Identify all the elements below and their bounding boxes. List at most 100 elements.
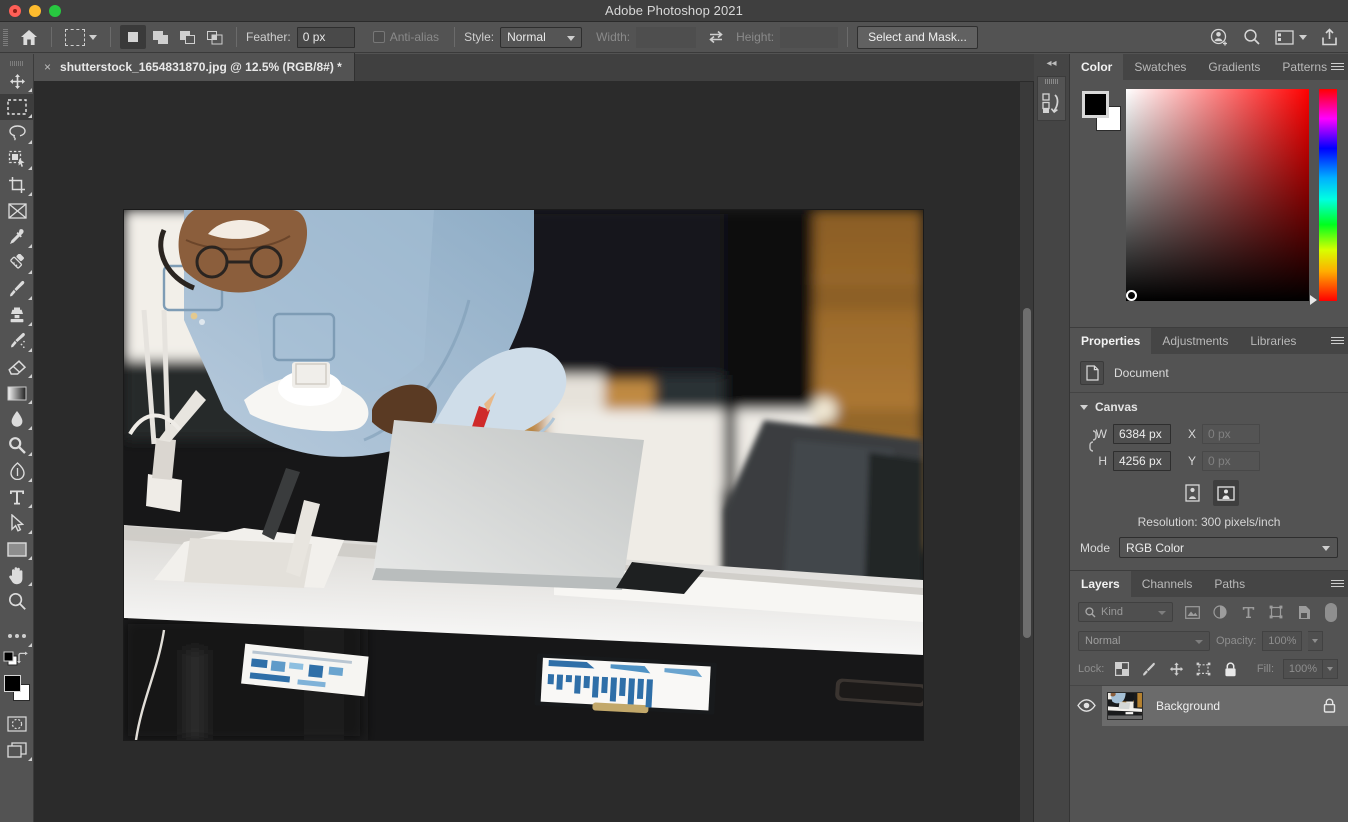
color-swatches[interactable]	[0, 671, 34, 705]
color-panel-foreground-swatch[interactable]	[1082, 91, 1109, 118]
new-selection-button[interactable]	[120, 25, 146, 49]
crop-tool[interactable]	[0, 172, 34, 198]
tab-layers[interactable]: Layers	[1070, 571, 1131, 597]
quick-mask-button[interactable]	[0, 711, 34, 737]
minimize-window-button[interactable]	[29, 5, 41, 17]
layer-filter-kind-select[interactable]: Kind	[1078, 602, 1173, 622]
search-button[interactable]	[1243, 28, 1261, 46]
orientation-group[interactable]	[1070, 474, 1348, 510]
workspace-switcher[interactable]	[1275, 29, 1307, 45]
horizontal-type-tool[interactable]	[0, 484, 34, 510]
fill-stepper[interactable]	[1323, 659, 1338, 679]
selection-mode-group[interactable]	[120, 25, 227, 49]
lock-position-button[interactable]	[1167, 660, 1185, 678]
rectangle-tool[interactable]	[0, 536, 34, 562]
lock-all-button[interactable]	[1221, 660, 1239, 678]
color-panel-menu-button[interactable]	[1331, 54, 1344, 80]
tab-adjustments[interactable]: Adjustments	[1151, 328, 1240, 354]
tab-color[interactable]: Color	[1070, 54, 1124, 80]
color-panel-swatches[interactable]	[1080, 89, 1126, 131]
clone-stamp-tool[interactable]	[0, 302, 34, 328]
color-field[interactable]	[1126, 89, 1309, 301]
lasso-tool[interactable]	[0, 120, 34, 146]
chevron-down-icon[interactable]	[1299, 34, 1307, 40]
toolbar-grabber[interactable]	[0, 58, 33, 68]
layer-visibility-toggle[interactable]	[1070, 699, 1102, 712]
color-field-marker[interactable]	[1126, 290, 1137, 301]
frame-tool[interactable]	[0, 198, 34, 224]
intersect-with-selection-button[interactable]	[201, 25, 227, 49]
tool-preset-picker[interactable]	[61, 25, 101, 49]
mini-dock-grabber[interactable]	[1038, 77, 1065, 86]
chevron-down-icon[interactable]	[89, 34, 97, 40]
gradient-tool[interactable]	[0, 380, 34, 406]
move-tool[interactable]	[0, 68, 34, 94]
opacity-stepper[interactable]	[1308, 631, 1324, 651]
rectangular-marquee-tool[interactable]	[0, 94, 34, 120]
spot-healing-brush-tool[interactable]	[0, 250, 34, 276]
landscape-orientation-button[interactable]	[1212, 480, 1239, 506]
select-and-mask-button[interactable]: Select and Mask...	[857, 25, 978, 49]
link-dimensions-icon[interactable]	[1088, 429, 1098, 453]
subtract-from-selection-button[interactable]	[174, 25, 200, 49]
lock-transparent-pixels-button[interactable]	[1113, 660, 1131, 678]
close-icon[interactable]: ×	[44, 61, 51, 73]
tab-gradients[interactable]: Gradients	[1197, 54, 1272, 80]
zoom-tool[interactable]	[0, 588, 34, 614]
opacity-value[interactable]: 100%	[1262, 631, 1303, 651]
history-panel-button[interactable]	[1038, 86, 1065, 120]
screen-mode-button[interactable]	[0, 737, 34, 763]
brush-tool[interactable]	[0, 276, 34, 302]
scrollbar-thumb[interactable]	[1023, 308, 1031, 638]
canvas-height-input[interactable]: 4256 px	[1113, 450, 1171, 471]
canvas-work-area[interactable]	[34, 82, 1034, 822]
hue-slider-marker[interactable]	[1310, 295, 1317, 305]
canvas-y-input[interactable]: 0 px	[1202, 450, 1260, 471]
tab-swatches[interactable]: Swatches	[1123, 54, 1198, 80]
feather-input[interactable]: 0 px	[296, 26, 355, 48]
edit-toolbar-button[interactable]	[0, 623, 34, 649]
object-selection-tool[interactable]	[0, 146, 34, 172]
hand-tool[interactable]	[0, 562, 34, 588]
smart-object-filter-button[interactable]	[1295, 603, 1313, 621]
collapse-panels-button[interactable]: ◂◂	[1034, 54, 1069, 72]
maximize-window-button[interactable]	[49, 5, 61, 17]
share-person-button[interactable]	[1210, 28, 1229, 47]
close-window-button[interactable]	[9, 5, 21, 17]
eraser-tool[interactable]	[0, 354, 34, 380]
style-select[interactable]: Normal	[500, 26, 583, 48]
filter-enable-toggle[interactable]	[1325, 602, 1337, 622]
hue-slider[interactable]	[1310, 89, 1337, 305]
color-picker-body[interactable]	[1070, 80, 1348, 327]
properties-panel-menu-button[interactable]	[1331, 328, 1344, 354]
anti-alias-checkbox[interactable]	[372, 31, 385, 43]
document-canvas[interactable]	[124, 210, 923, 740]
pixel-filter-button[interactable]	[1183, 603, 1201, 621]
tab-libraries[interactable]: Libraries	[1239, 328, 1308, 354]
height-input[interactable]	[780, 26, 839, 48]
path-selection-tool[interactable]	[0, 510, 34, 536]
options-bar-grabber[interactable]	[0, 22, 10, 53]
canvas-vertical-scrollbar[interactable]	[1020, 82, 1033, 822]
lock-image-pixels-button[interactable]	[1140, 660, 1158, 678]
tab-properties[interactable]: Properties	[1070, 328, 1152, 354]
tab-channels[interactable]: Channels	[1130, 571, 1204, 597]
window-controls[interactable]	[9, 0, 61, 22]
color-mode-select[interactable]: RGB Color	[1119, 537, 1338, 558]
canvas-x-input[interactable]: 0 px	[1202, 423, 1260, 444]
foreground-color-swatch[interactable]	[4, 675, 21, 692]
dodge-tool[interactable]	[0, 432, 34, 458]
shape-filter-button[interactable]	[1267, 603, 1285, 621]
tab-patterns[interactable]: Patterns	[1271, 54, 1339, 80]
type-filter-button[interactable]	[1239, 603, 1257, 621]
history-brush-tool[interactable]	[0, 328, 34, 354]
swap-dimensions-button[interactable]	[708, 30, 724, 44]
pen-tool[interactable]	[0, 458, 34, 484]
lock-artboard-button[interactable]	[1194, 660, 1212, 678]
layers-panel-menu-button[interactable]	[1331, 571, 1344, 597]
export-button[interactable]	[1321, 28, 1338, 46]
blur-tool[interactable]	[0, 406, 34, 432]
swap-colors-button[interactable]	[16, 651, 29, 664]
width-input[interactable]	[636, 26, 697, 48]
adjustment-filter-button[interactable]	[1211, 603, 1229, 621]
